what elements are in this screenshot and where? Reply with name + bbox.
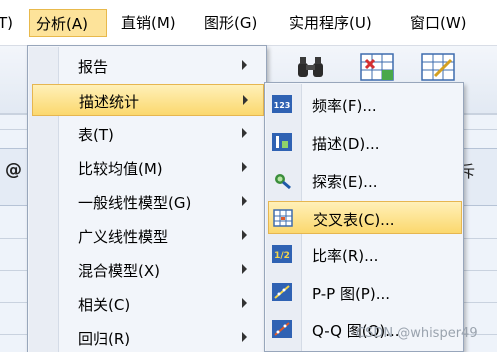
menu-item-label: 比较均值(M)	[78, 160, 163, 178]
menu-bar: T) 分析(A) 直销(M) 图形(G) 实用程序(U) 窗口(W)	[0, 0, 497, 46]
ratio-icon: 1/2	[272, 244, 292, 264]
menu-item-tables[interactable]: 表(T)	[32, 118, 264, 150]
menu-item-label: 表(T)	[78, 126, 114, 144]
value-labels-icon[interactable]	[421, 52, 455, 86]
descriptive-statistics-submenu: 123 频率(F)... 描述(D)... 探索(E)... 交叉表(C)...…	[264, 82, 464, 352]
submenu-arrow-icon	[242, 128, 247, 138]
qq-plot-icon	[272, 319, 292, 339]
menu-item-label: 描述统计	[79, 93, 140, 111]
submenu-arrow-icon	[242, 264, 247, 274]
menu-item-crosstabs[interactable]: 交叉表(C)...	[268, 201, 462, 234]
menu-item-label: 比率(R)...	[312, 247, 379, 265]
menu-analyze[interactable]: 分析(A)	[29, 9, 107, 37]
grid-left-text: @	[5, 160, 22, 180]
submenu-arrow-icon	[242, 332, 247, 342]
menu-item-frequencies[interactable]: 123 频率(F)...	[268, 88, 462, 121]
menu-item-mixed-models[interactable]: 混合模型(X)	[32, 254, 264, 286]
menu-window[interactable]: 窗口(W)	[410, 9, 467, 37]
menu-item-label: 相关(C)	[78, 296, 131, 314]
menu-item-label: P-P 图(P)...	[312, 285, 390, 303]
submenu-arrow-icon	[242, 298, 247, 308]
pp-plot-icon	[272, 282, 292, 302]
menu-item-correlate[interactable]: 相关(C)	[32, 288, 264, 320]
menu-item-label: 混合模型(X)	[78, 262, 160, 280]
submenu-arrow-icon	[243, 95, 248, 105]
menu-transform[interactable]: T)	[0, 9, 13, 37]
menu-item-label: 一般线性模型(G)	[78, 194, 192, 212]
crosstabs-icon	[273, 208, 293, 228]
descriptives-icon	[272, 132, 292, 152]
menu-item-compare-means[interactable]: 比较均值(M)	[32, 152, 264, 184]
svg-text:123: 123	[274, 101, 291, 110]
svg-text:1/2: 1/2	[274, 251, 290, 261]
menu-item-descriptive-statistics[interactable]: 描述统计	[32, 84, 264, 116]
menu-item-label: 频率(F)...	[312, 97, 377, 115]
menu-item-ratio[interactable]: 1/2 比率(R)...	[268, 238, 462, 271]
submenu-arrow-icon	[242, 230, 247, 240]
menu-item-generalized-linear-models[interactable]: 广义线性模型	[32, 220, 264, 252]
menu-item-label: 探索(E)...	[312, 173, 378, 191]
menu-item-label: 描述(D)...	[312, 135, 380, 153]
analyze-dropdown-menu: 报告 描述统计 表(T) 比较均值(M) 一般线性模型(G) 广义线性模型 混合…	[27, 45, 267, 352]
watermark: CSDN @whisper49	[356, 326, 478, 341]
menu-item-pp-plot[interactable]: P-P 图(P)...	[268, 276, 462, 309]
menu-item-label: 回归(R)	[78, 330, 131, 348]
menu-item-general-linear-model[interactable]: 一般线性模型(G)	[32, 186, 264, 218]
find-binoculars-icon[interactable]	[296, 55, 326, 83]
insert-cases-icon[interactable]	[360, 52, 394, 86]
frequencies-icon: 123	[272, 94, 292, 114]
menu-item-explore[interactable]: 探索(E)...	[268, 164, 462, 197]
menu-item-reports[interactable]: 报告	[32, 50, 264, 82]
submenu-arrow-icon	[242, 60, 247, 70]
submenu-arrow-icon	[242, 162, 247, 172]
menu-item-label: 交叉表(C)...	[313, 211, 395, 229]
menu-utilities[interactable]: 实用程序(U)	[289, 9, 372, 37]
menu-graphs[interactable]: 图形(G)	[204, 9, 257, 37]
menu-item-label: 报告	[78, 58, 109, 76]
menu-item-regression[interactable]: 回归(R)	[32, 322, 264, 352]
menu-direct-marketing[interactable]: 直销(M)	[121, 9, 176, 37]
menu-item-label: 广义线性模型	[78, 228, 169, 246]
submenu-arrow-icon	[242, 196, 247, 206]
explore-icon	[272, 170, 292, 190]
menu-item-descriptives[interactable]: 描述(D)...	[268, 126, 462, 159]
